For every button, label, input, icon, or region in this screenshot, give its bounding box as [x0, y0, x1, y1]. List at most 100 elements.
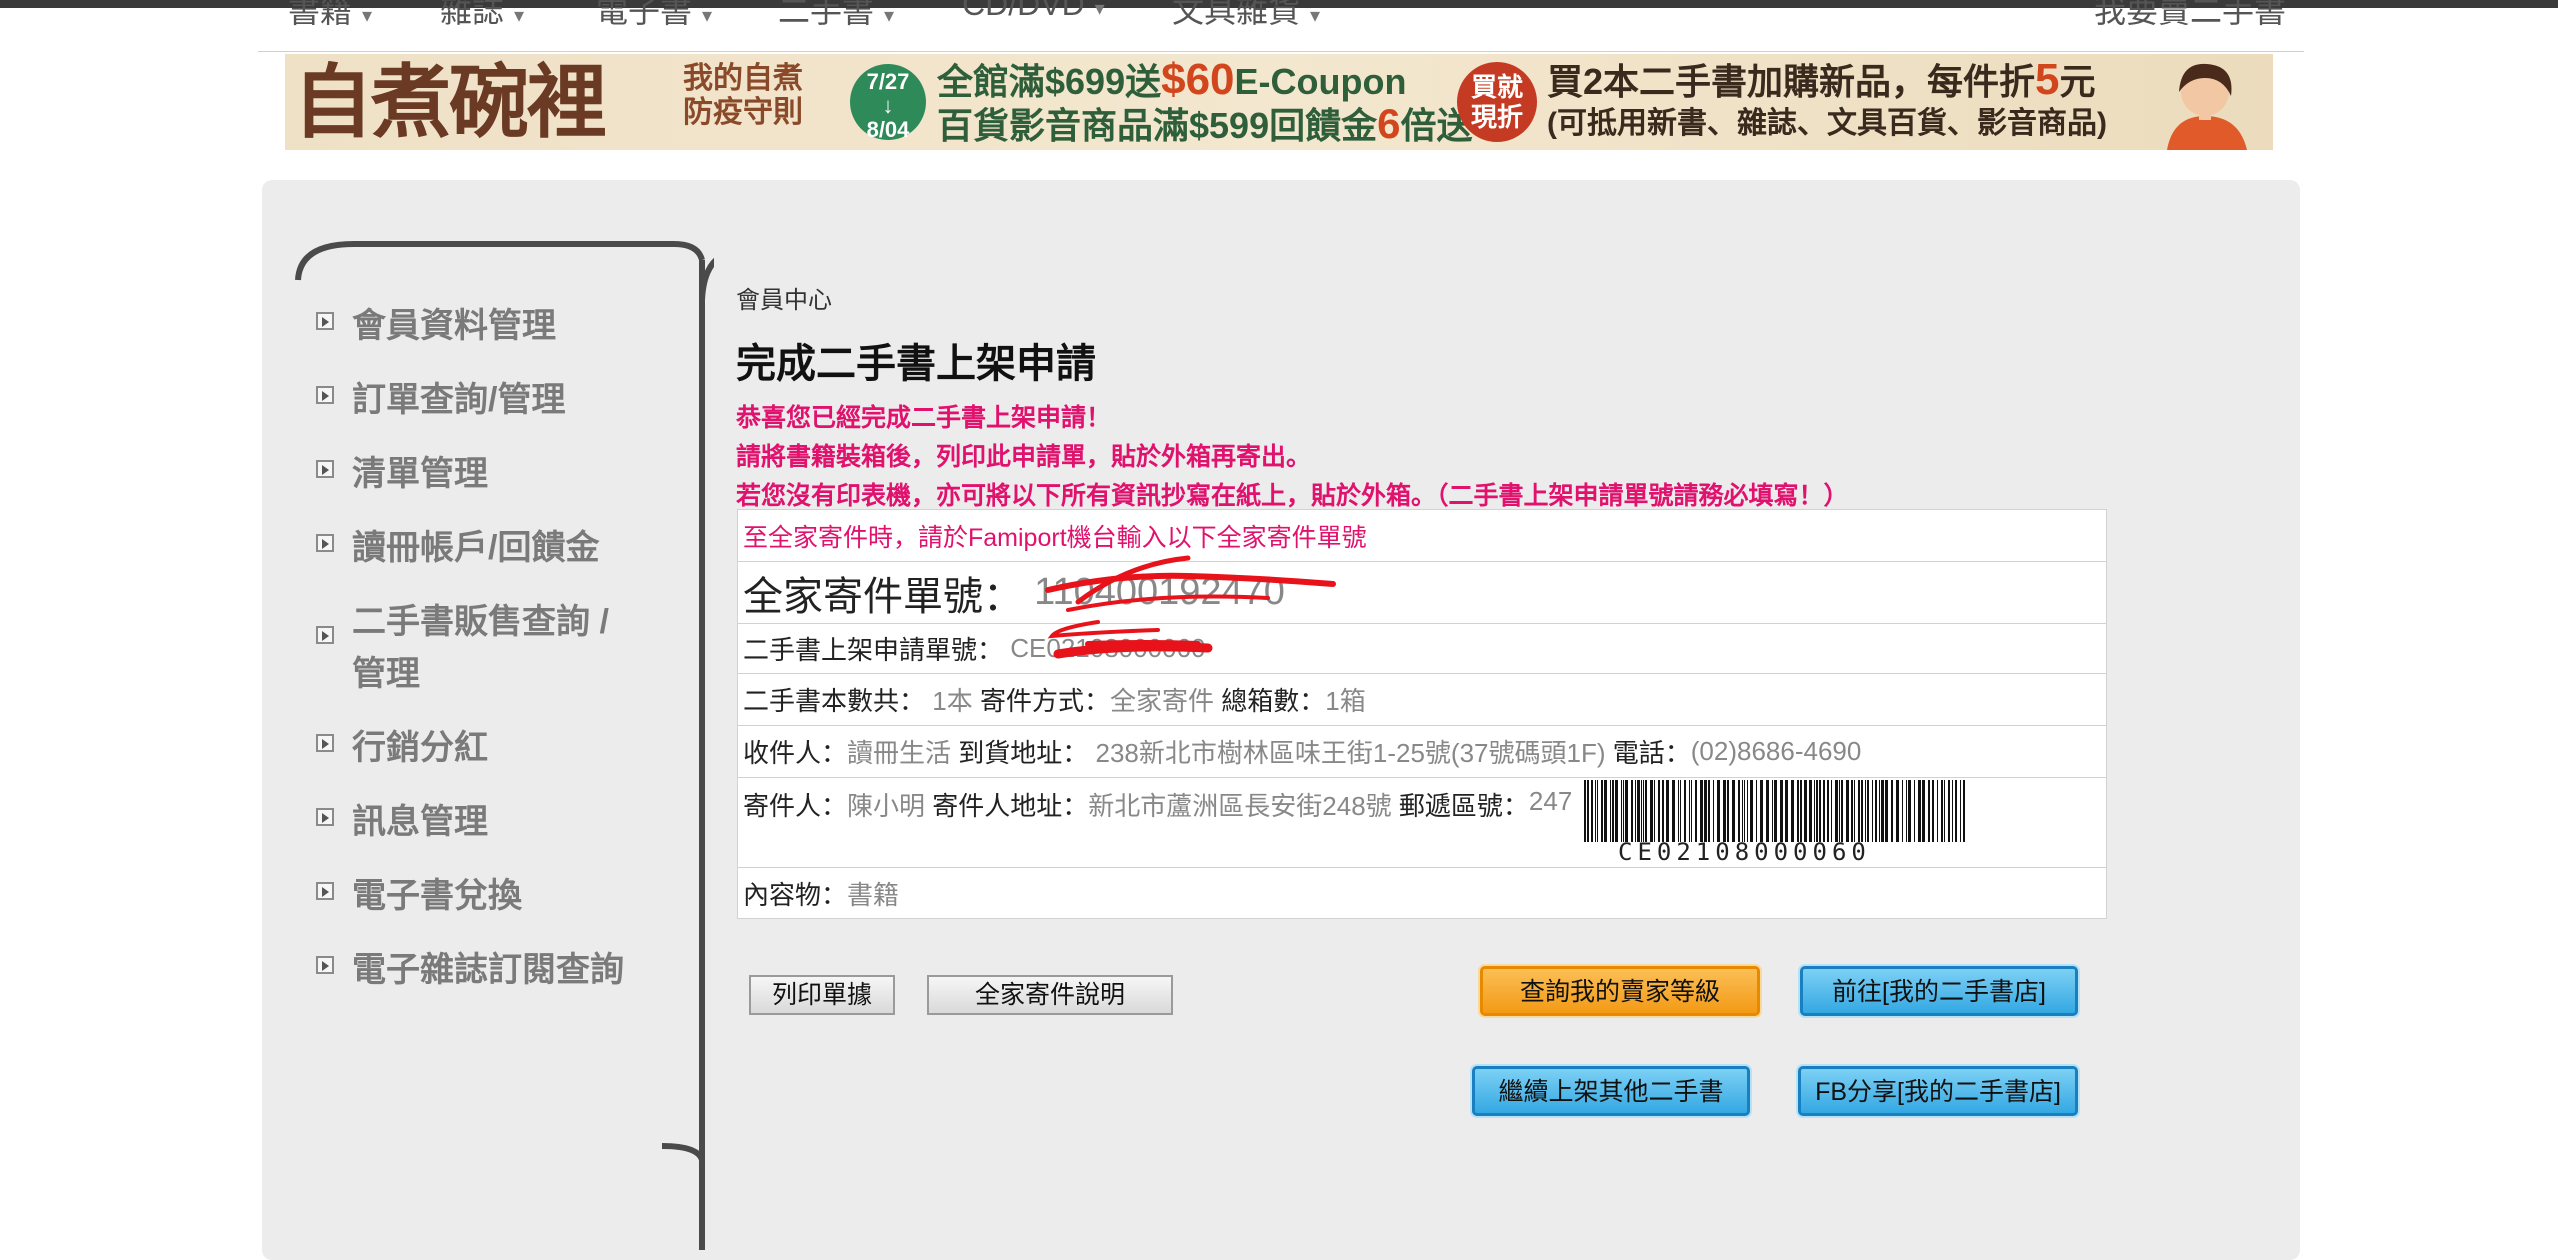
- barcode-bar: [1774, 780, 1777, 842]
- sidebar-menu: 會員資料管理 訂單查詢/管理 清單管理 讀冊帳戶/回饋金 二手書販售查詢 / 管…: [316, 300, 696, 1018]
- barcode-bar: [1960, 780, 1961, 842]
- fb-share-button[interactable]: FB分享[我的二手書店]: [1798, 1066, 2078, 1116]
- barcode-bar: [1766, 780, 1769, 842]
- barcode-bar: [1610, 780, 1611, 842]
- barcode-bar: [1809, 780, 1812, 842]
- promo-banner[interactable]: 自煮碗裡 我的自煮 防疫守則 7/27 ↓ 8/04 全館滿$699送$60E-…: [285, 54, 2273, 150]
- promo-used-books-text: 買2本二手書加購新品，每件折5元: [1547, 55, 2096, 104]
- top-nav: 書籍 ▾ 雜誌 ▾ 電子書 ▾ 二手書 ▾ CD/DVD ▾ 文具雜貨 ▾ 我要賣二手書: [258, 0, 2304, 52]
- sidebar-item-emagazine-subscriptions[interactable]: 電子雜誌訂閱查詢: [316, 944, 696, 996]
- barcode-bar: [1684, 780, 1686, 842]
- sidebar-item-orders[interactable]: 訂單查詢/管理: [316, 374, 696, 426]
- continue-listing-button[interactable]: 繼續上架其他二手書: [1472, 1066, 1750, 1116]
- barcode-bar: [1747, 780, 1748, 842]
- barcode-bar: [1704, 780, 1707, 842]
- barcode-bar: [1615, 780, 1618, 842]
- chevron-down-icon: ▾: [702, 5, 713, 27]
- barcode-bar: [1955, 780, 1957, 842]
- notice-congrats: 恭喜您已經完成二手書上架申請！: [736, 404, 1112, 432]
- barcode-bar: [1851, 780, 1853, 842]
- barcode-bar: [1902, 780, 1903, 842]
- barcode-bar: [1666, 780, 1669, 842]
- barcode-bar: [1662, 780, 1664, 842]
- barcode-bar: [1908, 780, 1911, 842]
- barcode-bar: [1797, 780, 1799, 842]
- barcode-bar: [1922, 780, 1925, 842]
- sidebar-item-ebook-redeem[interactable]: 電子書兌換: [316, 870, 696, 922]
- barcode-bar: [1744, 780, 1745, 842]
- barcode-bar: [1708, 780, 1710, 842]
- ship-method-value: 全家寄件: [1109, 686, 1214, 716]
- go-my-used-bookstore-button[interactable]: 前往[我的二手書店]: [1800, 966, 2078, 1016]
- barcode-bar: [1756, 780, 1757, 842]
- barcode-bar: [1881, 780, 1884, 842]
- barcode-bar: [1738, 780, 1740, 842]
- barcode-bar: [1678, 780, 1679, 842]
- barcode-bar: [1713, 780, 1714, 842]
- barcode-bar: [1914, 780, 1915, 842]
- sidebar-item-member-profile[interactable]: 會員資料管理: [316, 300, 696, 352]
- print-button[interactable]: 列印單據: [749, 975, 895, 1015]
- recipient-row: 收件人： 讀冊生活 到貨地址： 238新北市樹林區味王街1-25號(37號碼頭1F…: [738, 726, 2106, 778]
- sell-used-books-link[interactable]: 我要賣二手書: [2094, 0, 2286, 32]
- shipping-number-value: 110400192470: [1034, 571, 1285, 613]
- chevron-down-icon: ▾: [362, 5, 373, 27]
- barcode-bar: [1831, 780, 1832, 842]
- shipping-info-table: 至全家寄件時，請於Famiport機台輸入以下全家寄件單號 全家寄件單號： 11…: [737, 509, 2107, 919]
- chevron-down-icon: ▾: [1310, 5, 1321, 27]
- barcode-bar: [1780, 780, 1783, 842]
- barcode-bar: [1941, 780, 1943, 842]
- barcode-bar: [1854, 780, 1855, 842]
- sidebar-item-account-rewards[interactable]: 讀冊帳戶/回饋金: [316, 522, 696, 574]
- barcode-bar: [1841, 780, 1843, 842]
- arrow-bullet-icon: [316, 808, 334, 826]
- barcode-bar: [1865, 780, 1866, 842]
- barcode-bar: [1631, 780, 1633, 842]
- barcode-bar: [1885, 780, 1888, 842]
- barcode-bar: [1819, 780, 1821, 842]
- nav-item-ebooks[interactable]: 電子書 ▾: [596, 0, 712, 32]
- arrow-bullet-icon: [316, 882, 334, 900]
- barcode-bar: [1650, 780, 1653, 842]
- barcode-bar: [1875, 780, 1877, 842]
- barcode-bar: [1691, 780, 1692, 842]
- nav-item-magazines[interactable]: 雜誌 ▾: [440, 0, 524, 32]
- barcode-bar: [1587, 780, 1589, 842]
- barcode-bar: [1879, 780, 1880, 842]
- barcode-bar: [1952, 780, 1953, 842]
- barcode-bar: [1816, 780, 1818, 842]
- barcode-bar: [1645, 780, 1647, 842]
- promo-cashback-text: 百貨影音商品滿$599回饋金6倍送: [937, 100, 1473, 147]
- sidebar-item-lists[interactable]: 清單管理: [316, 448, 696, 500]
- phone-value: (02)8686-4690: [1690, 736, 1862, 766]
- sidebar-item-affiliate[interactable]: 行銷分紅: [316, 722, 696, 774]
- nav-item-used-books[interactable]: 二手書 ▾: [778, 0, 894, 32]
- nav-item-cd-dvd[interactable]: CD/DVD ▾: [962, 0, 1105, 23]
- barcode-bar: [1928, 780, 1930, 842]
- barcode-bar: [1680, 780, 1681, 842]
- nav-item-books[interactable]: 書籍 ▾: [288, 0, 372, 32]
- barcode-bar: [1896, 780, 1899, 842]
- barcode-bar: [1621, 780, 1622, 842]
- nav-item-stationery[interactable]: 文具雜貨 ▾: [1172, 0, 1320, 32]
- barcode-bar: [1643, 780, 1644, 842]
- barcode-bar: [1635, 780, 1636, 842]
- barcode-bar: [1867, 780, 1869, 842]
- barcode-bar: [1591, 780, 1593, 842]
- family-shipping-help-button[interactable]: 全家寄件說明: [927, 975, 1173, 1015]
- delivery-address-value: 238新北市樹林區味王街1-25號(37號碼頭1F): [1095, 738, 1606, 768]
- barcode-text: CE02108000060: [1618, 838, 1871, 866]
- sender-row: 寄件人： 陳小明 寄件人地址： 新北市蘆洲區長安街248號 郵遞區號： 247 CE0…: [738, 778, 2106, 868]
- barcode-bar: [1785, 780, 1788, 842]
- barcode-bar: [1658, 780, 1660, 842]
- barcode-bar: [1604, 780, 1607, 842]
- arrow-bullet-icon: [316, 626, 334, 644]
- contents-row: 內容物： 書籍: [738, 868, 2106, 918]
- sidebar-item-used-book-sales[interactable]: 二手書販售查詢 / 管理: [316, 596, 616, 700]
- barcode-bar: [1672, 780, 1675, 842]
- sidebar-item-messages[interactable]: 訊息管理: [316, 796, 696, 848]
- seller-level-button[interactable]: 查詢我的賣家等級: [1480, 966, 1760, 1016]
- banner-title: 自煮碗裡: [293, 55, 607, 149]
- sender-value: 陳小明: [847, 791, 926, 821]
- arrow-bullet-icon: [316, 460, 334, 478]
